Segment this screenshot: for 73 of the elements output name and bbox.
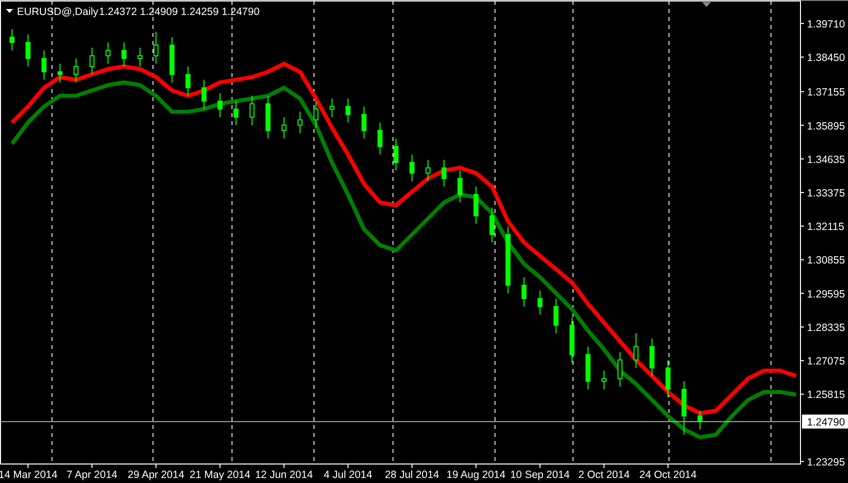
date-label: 10 Sep 2014 [510,469,570,481]
candle [570,316,574,364]
candle [10,28,14,51]
price-label: 1.39710 [807,18,845,30]
symbol-label: EURUSD@,Daily [17,6,98,18]
candle [394,138,398,171]
candle [698,410,702,430]
candle [330,98,334,118]
date-label: 21 May 2014 [190,469,250,481]
candle [554,298,558,334]
candle [122,42,126,67]
price-label: 1.32115 [807,221,844,234]
candle [90,47,94,75]
candle [250,95,254,126]
candle [378,122,382,155]
date-label: 19 Aug 2014 [446,469,506,481]
price-label: 1.29595 [807,288,845,300]
candle [634,332,638,368]
candle [410,154,414,182]
price-label: 1.34635 [807,154,845,166]
candle [442,159,446,187]
price-label: 1.25815 [807,389,845,402]
date-label: 4 Jul 2014 [324,469,372,481]
date-label: 12 Jun 2014 [255,469,313,481]
date-label: 2 Oct 2014 [578,469,630,481]
candle [490,207,494,244]
date-label: 28 Jul 2014 [384,469,440,481]
candle [346,98,350,123]
price-label: 1.38450 [807,52,845,64]
candle [314,100,318,128]
candle [202,79,206,110]
price-label: 1.30855 [807,254,845,267]
ohlc-values: 1.24372 1.24909 1.24259 1.24790 [99,6,260,18]
candle [522,276,526,308]
candle [538,290,542,316]
candle [266,95,270,139]
ref-line-label: 1.24790 [807,416,846,429]
candle [26,34,30,67]
candle [602,370,606,390]
candle [474,186,478,224]
candle [666,359,670,398]
candle [618,351,622,388]
candle [586,346,590,390]
candle [170,36,174,83]
price-label: 1.28335 [807,322,845,334]
price-label: 1.27075 [807,356,845,368]
candle [42,50,46,80]
candle [154,31,158,64]
candle [74,58,78,83]
price-label: 1.33375 [807,188,845,200]
date-label: 24 Oct 2014 [639,469,697,481]
candle [58,63,62,83]
candle [186,66,190,96]
candle [218,92,222,118]
candle [426,159,430,182]
candle [682,380,686,436]
candle [234,100,238,126]
price-label: 1.35895 [807,120,845,132]
candle [362,106,366,139]
candle [298,111,302,134]
dropdown-icon[interactable] [6,9,13,13]
candle [506,226,510,294]
shift-marker-icon[interactable] [702,2,711,7]
date-label: 7 Apr 2014 [66,469,118,481]
price-label: 1.37155 [807,86,845,99]
price-label: 1.23295 [807,456,845,468]
candle [282,116,286,139]
candle [458,170,462,204]
candle [138,47,142,67]
candle [650,338,654,376]
candle [106,42,110,64]
date-label: 29 Apr 2014 [128,469,184,481]
current-price-label: 1.24790 [802,414,848,429]
